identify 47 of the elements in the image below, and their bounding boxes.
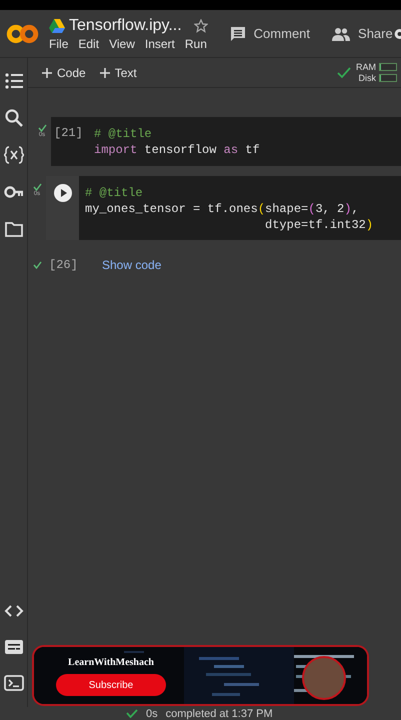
add-text-button[interactable]: Text: [100, 66, 137, 80]
menu-item[interactable]: View: [109, 36, 135, 50]
notebook-title[interactable]: Tensorflow.ipy...: [69, 16, 182, 34]
menu-item[interactable]: Edit: [78, 36, 100, 50]
plus-icon: [42, 68, 52, 78]
run-time: 0s: [146, 708, 158, 720]
usage-meter: [379, 63, 397, 71]
menu-item[interactable]: Run: [184, 36, 207, 50]
show-code-link[interactable]: Show code: [102, 258, 162, 272]
share-button[interactable]: Share: [332, 26, 393, 41]
code-cell[interactable]: # @title my_ones_tensor = tf.ones(shape=(3, 2), dtype=tf.int32): [46, 176, 401, 240]
code-cell[interactable]: [21] # @title import tensorflow as tf: [51, 117, 401, 166]
menu-item[interactable]: Insert: [144, 36, 175, 50]
resource-label: Disk: [358, 73, 376, 83]
code-line: dtype=tf.int32): [264, 217, 374, 233]
check-icon: [38, 124, 46, 132]
status-message: completed at 1:37 PM: [166, 708, 273, 720]
resources-button[interactable]: RAM Disk: [337, 62, 397, 83]
code-line: # @title: [94, 126, 153, 142]
check-icon: [32, 183, 42, 191]
folder-icon[interactable]: [4, 219, 24, 239]
drive-icon: [49, 18, 66, 32]
plus-icon: [100, 68, 110, 78]
execution-count: [26]: [48, 258, 79, 272]
channel-name: LearnWithMeshach: [68, 657, 154, 668]
code-line: # @title: [85, 185, 144, 201]
check-icon: [337, 66, 351, 78]
command-palette-icon[interactable]: [4, 637, 24, 657]
terminal-icon[interactable]: [4, 673, 24, 693]
table-of-contents-icon[interactable]: [4, 71, 24, 91]
code-line: my_ones_tensor = tf.ones(shape=(3, 2),: [85, 201, 360, 217]
usage-meter: [379, 74, 397, 82]
comment-button[interactable]: Comment: [230, 26, 310, 42]
menu-item[interactable]: File: [49, 36, 68, 50]
add-code-button[interactable]: Code: [42, 66, 86, 80]
execution-count: [21]: [53, 125, 84, 142]
check-icon: [126, 709, 138, 718]
run-button[interactable]: [54, 184, 72, 202]
comment-icon: [230, 26, 246, 42]
check-icon: [32, 261, 42, 269]
variables-icon[interactable]: [4, 145, 24, 165]
code-line: import tensorflow as tf: [94, 142, 260, 158]
resource-label: RAM: [356, 62, 376, 72]
star-icon[interactable]: [194, 18, 208, 32]
people-icon: [332, 26, 350, 40]
search-icon[interactable]: [4, 108, 24, 128]
subscribe-button[interactable]: Subscribe: [56, 674, 166, 696]
